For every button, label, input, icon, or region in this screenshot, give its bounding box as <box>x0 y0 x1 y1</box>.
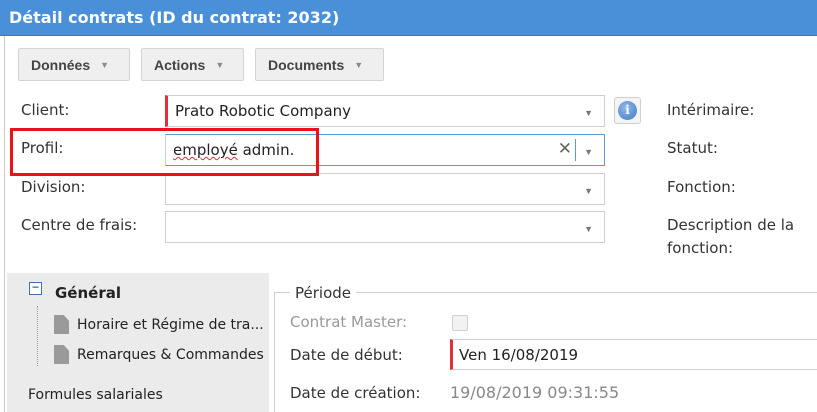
contrat-master-checkbox[interactable] <box>452 315 468 331</box>
contrat-master-label: Contrat Master: <box>290 313 408 331</box>
division-select[interactable]: ▼ <box>165 173 605 205</box>
donnees-menu-button[interactable]: Données ▼ <box>18 48 130 81</box>
sidebar: − Général Horaire et Régime de tra... Re… <box>7 273 269 412</box>
client-value: Prato Robotic Company <box>175 102 352 120</box>
profil-highlight-box <box>10 128 319 176</box>
statut-label: Statut: <box>667 139 718 157</box>
chevron-down-icon[interactable]: ▼ <box>584 108 593 118</box>
client-label: Client: <box>21 101 70 119</box>
info-button[interactable]: i <box>614 97 641 124</box>
actions-label: Actions <box>154 56 206 73</box>
fonction-label: Fonction: <box>667 178 736 196</box>
description-fonction-label-line2: fonction: <box>667 239 733 257</box>
chevron-down-icon: ▼ <box>100 59 110 70</box>
documents-label: Documents <box>268 56 345 73</box>
tree-item-remarques[interactable]: Remarques & Commandes <box>77 347 264 363</box>
chevron-down-icon[interactable]: ▼ <box>584 224 593 234</box>
window-title: Détail contrats (ID du contrat: 2032) <box>9 8 340 27</box>
document-icon <box>54 345 69 364</box>
chevron-down-icon: ▼ <box>354 59 364 70</box>
centre-de-frais-select[interactable]: ▼ <box>165 211 605 243</box>
info-icon: i <box>618 101 637 120</box>
donnees-label: Données <box>31 56 91 73</box>
field-divider <box>575 139 576 161</box>
interimaire-label: Intérimaire: <box>667 101 755 119</box>
date-debut-label: Date de début: <box>290 346 403 364</box>
centre-de-frais-label: Centre de frais: <box>21 216 138 234</box>
tree-connector <box>37 306 38 366</box>
periode-legend: Période <box>290 284 357 302</box>
description-fonction-label-line1: Description de la <box>667 216 795 234</box>
date-debut-value: Ven 16/08/2019 <box>459 346 579 364</box>
document-icon <box>54 315 69 334</box>
frame-border <box>4 36 5 412</box>
chevron-down-icon[interactable]: ▼ <box>584 147 593 157</box>
division-label: Division: <box>21 178 86 196</box>
clear-icon[interactable]: ✕ <box>558 139 572 159</box>
collapse-icon[interactable]: − <box>29 281 42 295</box>
date-creation-value: 19/08/2019 09:31:55 <box>450 383 620 402</box>
tree-root-general[interactable]: Général <box>55 284 121 302</box>
window-titlebar: Détail contrats (ID du contrat: 2032) <box>0 0 817 36</box>
documents-menu-button[interactable]: Documents ▼ <box>255 48 384 81</box>
chevron-down-icon[interactable]: ▼ <box>584 186 593 196</box>
date-creation-label: Date de création: <box>290 384 421 402</box>
chevron-down-icon: ▼ <box>215 59 225 70</box>
tree-item-horaire[interactable]: Horaire et Régime de tra... <box>77 317 264 333</box>
sidebar-item-formules-salariales[interactable]: Formules salariales <box>28 387 163 403</box>
date-debut-field[interactable]: Ven 16/08/2019 <box>450 339 817 370</box>
actions-menu-button[interactable]: Actions ▼ <box>141 48 244 81</box>
client-select[interactable]: Prato Robotic Company ▼ <box>165 95 605 127</box>
